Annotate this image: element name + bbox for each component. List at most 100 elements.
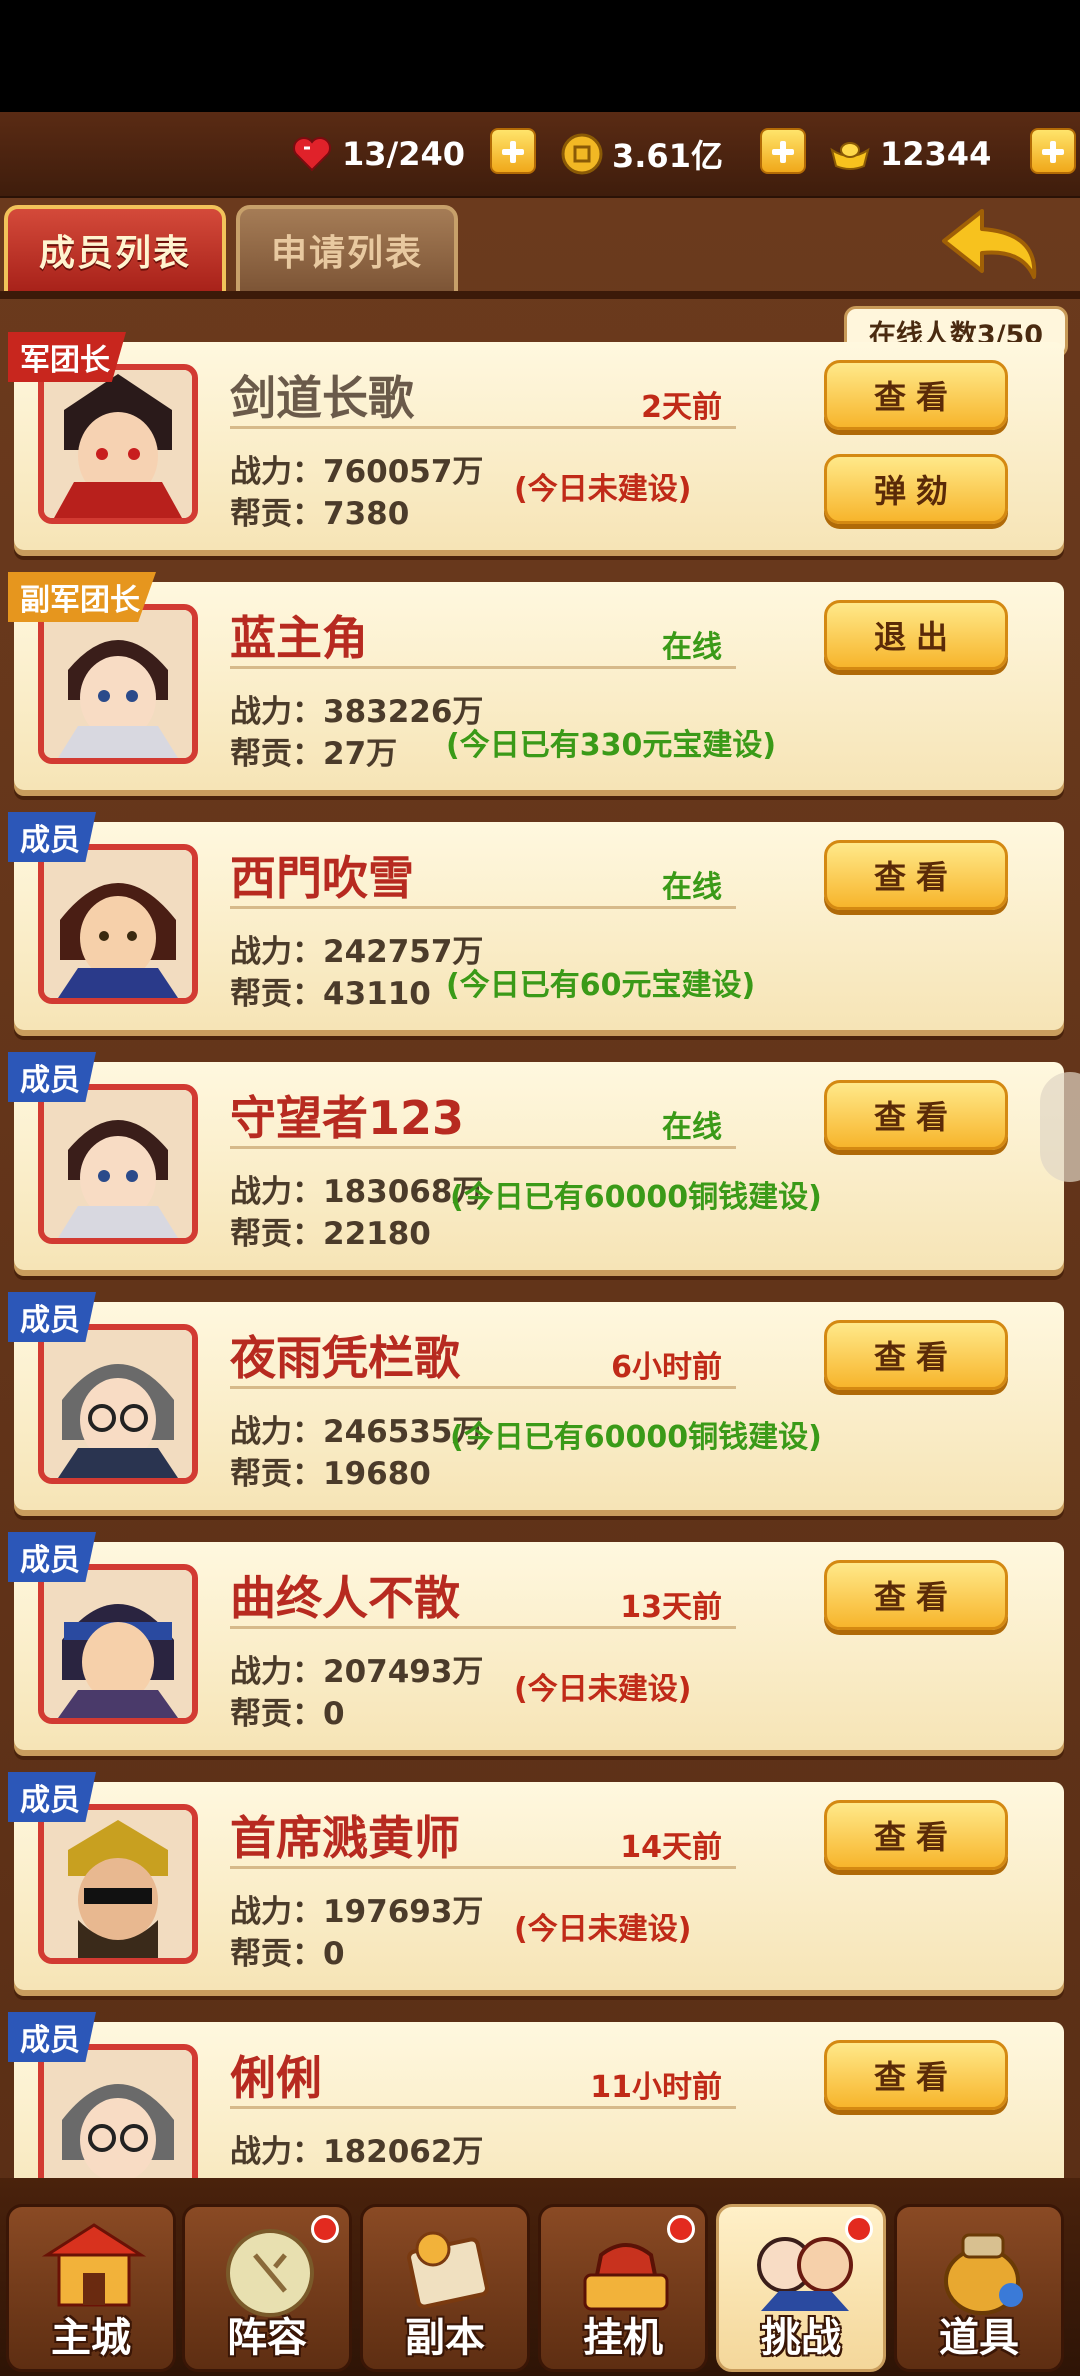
avatar[interactable]: [38, 844, 198, 1004]
nav-label: 阵容: [227, 2315, 307, 2361]
coins-resource: 3.61亿: [560, 126, 723, 182]
role-badge: 军团长: [8, 332, 126, 382]
view-button[interactable]: 查看: [824, 2040, 1008, 2110]
power-value: 战力：182062万: [230, 2134, 484, 2170]
contribution-value: 帮贡：0: [230, 1696, 345, 1732]
nav-idle[interactable]: 挂机: [538, 2204, 708, 2372]
nav-label: 副本: [405, 2315, 485, 2361]
general-portrait-icon: [44, 1810, 192, 1958]
warrior-portrait-icon: [44, 370, 192, 518]
tab-member-list[interactable]: 成员列表: [4, 205, 226, 295]
avatar[interactable]: [38, 1324, 198, 1484]
view-button[interactable]: 查看: [824, 840, 1008, 910]
add-ingots-button[interactable]: [1030, 128, 1076, 174]
role-badge: 成员: [8, 2012, 96, 2062]
avatar[interactable]: [38, 1804, 198, 1964]
quit-button[interactable]: 退出: [824, 600, 1008, 670]
power-value: 战力：383226万: [230, 694, 484, 730]
nav-label: 挂机: [583, 2315, 663, 2361]
name-divider: [230, 426, 736, 429]
name-divider: [230, 2106, 736, 2109]
view-button[interactable]: 查看: [824, 1560, 1008, 1630]
coins-value: 3.61亿: [612, 137, 723, 175]
construction-note: (今日未建设): [514, 1672, 692, 1707]
scholar-portrait-icon: [44, 2050, 192, 2198]
construction-note: (今日未建设): [514, 1912, 692, 1947]
heart-icon: [293, 137, 331, 172]
last-online-status: 6小时前: [611, 1350, 722, 1385]
power-value: 战力：246535万: [230, 1414, 484, 1450]
nav-label: 主城: [51, 2315, 131, 2361]
status-bar: [0, 0, 1080, 112]
impeach-button[interactable]: 弹劾: [824, 454, 1008, 524]
tab-application-list[interactable]: 申请列表: [236, 205, 458, 295]
online-status: 在线: [662, 630, 722, 665]
side-scroll-handle[interactable]: [1040, 1072, 1080, 1182]
ninja-portrait-icon: [44, 1570, 192, 1718]
role-badge: 成员: [8, 1532, 96, 1582]
view-button[interactable]: 查看: [824, 1800, 1008, 1870]
role-badge: 成员: [8, 1052, 96, 1102]
contribution-value: 帮贡：43110: [230, 976, 431, 1012]
nav-label: 挑战: [761, 2315, 841, 2361]
member-card: 成员 夜雨凭栏歌 6小时前 战力：246535万 帮贡：19680 (今日已有6…: [8, 1292, 1064, 1510]
nav-dungeon[interactable]: 副本: [360, 2204, 530, 2372]
power-value: 战力：242757万: [230, 934, 484, 970]
last-online-status: 13天前: [620, 1590, 722, 1625]
add-stamina-button[interactable]: [490, 128, 536, 174]
power-value: 战力：207493万: [230, 1654, 484, 1690]
member-name: 守望者123: [230, 1091, 465, 1145]
last-online-status: 14天前: [620, 1830, 722, 1865]
contribution-value: 帮贡：19680: [230, 1456, 431, 1492]
construction-note: (今日已有60000铜钱建设): [450, 1420, 822, 1455]
view-button[interactable]: 查看: [824, 1320, 1008, 1390]
view-button[interactable]: 查看: [824, 1080, 1008, 1150]
coin-icon: [561, 133, 603, 175]
role-badge: 副军团长: [8, 572, 156, 622]
resource-bar: 13/240 3.61亿 12344: [0, 112, 1080, 199]
member-card: 成员 守望者123 在线 战力：183068万 帮贡：22180 (今日已有60…: [8, 1052, 1064, 1270]
member-name: 首席溅黄师: [230, 1811, 460, 1865]
avatar[interactable]: [38, 1084, 198, 1244]
online-status: 在线: [662, 1110, 722, 1145]
nav-items[interactable]: 道具: [894, 2204, 1064, 2372]
member-name: 蓝主角: [230, 611, 368, 665]
tab-divider: [0, 291, 1080, 299]
member-card: 军团长 剑道长歌 2天前 战力：760057万 帮贡：7380 (今日未建设) …: [8, 332, 1064, 550]
construction-note: (今日已有60000铜钱建设): [450, 1180, 822, 1215]
name-divider: [230, 1626, 736, 1629]
role-badge: 成员: [8, 1772, 96, 1822]
member-card: 成员 西門吹雪 在线 战力：242757万 帮贡：43110 (今日已有60元宝…: [8, 812, 1064, 1030]
power-value: 战力：183068万: [230, 1174, 484, 1210]
avatar[interactable]: [38, 604, 198, 764]
ingots-value: 12344: [880, 135, 992, 173]
notification-dot: [667, 2215, 695, 2243]
name-divider: [230, 666, 736, 669]
online-status: 在线: [662, 870, 722, 905]
avatar[interactable]: [38, 364, 198, 524]
add-coins-button[interactable]: [760, 128, 806, 174]
avatar[interactable]: [38, 1564, 198, 1724]
back-arrow-icon[interactable]: [938, 205, 1046, 287]
name-divider: [230, 906, 736, 909]
name-divider: [230, 1866, 736, 1869]
last-online-status: 2天前: [641, 390, 722, 425]
nav-label: 道具: [939, 2315, 1019, 2361]
power-value: 战力：760057万: [230, 454, 484, 490]
last-online-status: 11小时前: [590, 2070, 722, 2105]
contribution-value: 帮贡：22180: [230, 1216, 431, 1252]
gold-ingot-icon: [830, 142, 870, 170]
role-badge: 成员: [8, 1292, 96, 1342]
member-name: 西門吹雪: [230, 851, 414, 905]
contribution-value: 帮贡：27万: [230, 736, 398, 772]
construction-note: (今日已有330元宝建设): [446, 728, 777, 763]
guild-member-screen: 13/240 3.61亿 12344 成员列表 申请列表 在线人数3/50 军团…: [0, 0, 1080, 2376]
stamina-value: 13/240: [342, 135, 466, 173]
view-button[interactable]: 查看: [824, 360, 1008, 430]
nav-lineup[interactable]: 阵容: [182, 2204, 352, 2372]
nav-challenge[interactable]: 挑战: [716, 2204, 886, 2372]
contribution-value: 帮贡：7380: [230, 496, 410, 532]
notification-dot: [845, 2215, 873, 2243]
scholar-portrait-icon: [44, 1330, 192, 1478]
nav-main-city[interactable]: 主城: [6, 2204, 176, 2372]
